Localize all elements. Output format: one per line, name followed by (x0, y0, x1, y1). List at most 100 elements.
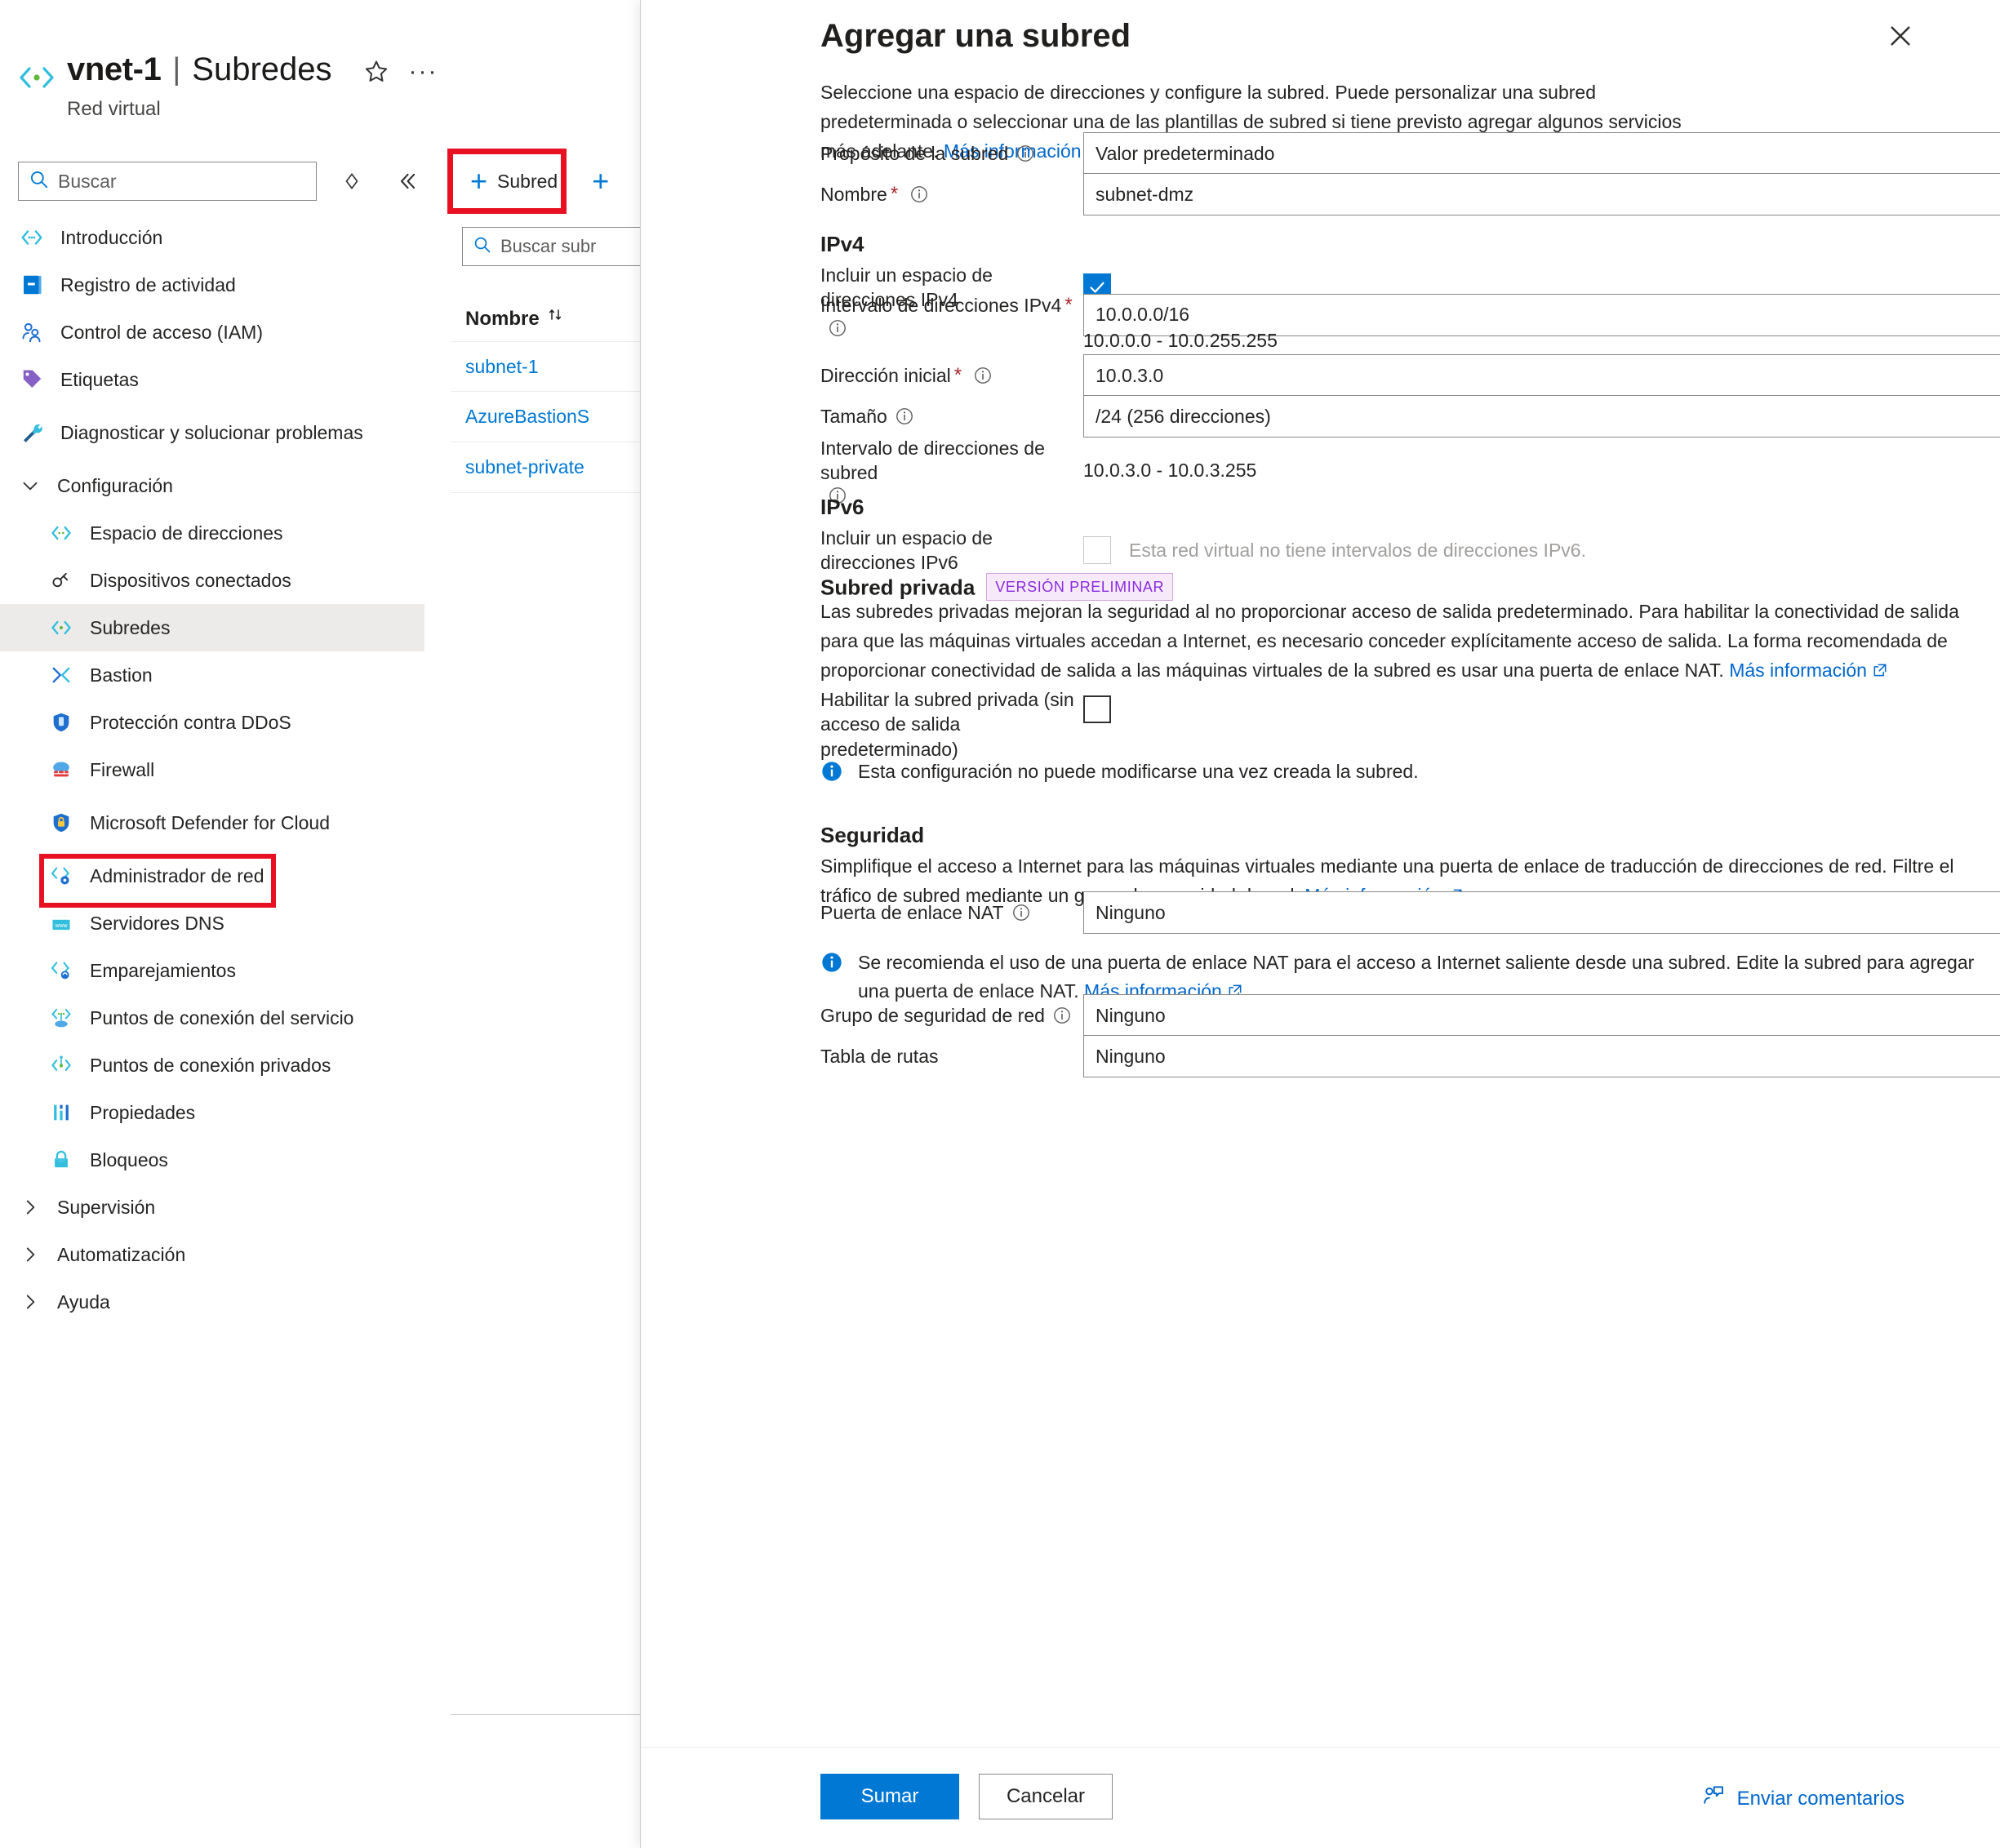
field-row-name: Nombre * subnet-dmz (820, 173, 2000, 215)
cancel-button[interactable]: Cancelar (979, 1774, 1113, 1819)
vnet-icon (18, 59, 56, 96)
sidebar-item-subredes[interactable]: Subredes (0, 604, 424, 651)
search-input[interactable]: Buscar (18, 162, 317, 201)
nsg-select[interactable]: Ninguno (1083, 994, 2000, 1037)
sidebar-group-label: Ayuda (57, 1290, 110, 1313)
sidebar-item-label: Subredes (90, 616, 171, 638)
ipv6-disabled-text: Esta red virtual no tiene intervalos de … (1129, 539, 1586, 561)
subnet-name-link[interactable]: subnet-1 (465, 356, 539, 378)
column-header-label: Nombre (465, 307, 540, 330)
info-icon[interactable] (1011, 903, 1031, 922)
route-table-value: Ninguno (1096, 1045, 1166, 1067)
info-icon[interactable] (1016, 144, 1035, 163)
sidebar-item-registro-de-actividad[interactable]: Registro de actividad (0, 261, 424, 309)
subnet-name-link[interactable]: subnet-private (465, 456, 584, 478)
purpose-select[interactable]: Valor predeterminado (1083, 132, 2000, 175)
tag-icon (18, 366, 46, 393)
sidebar-item-espacio-de-direcciones[interactable]: Espacio de direcciones (0, 509, 424, 557)
info-icon[interactable] (909, 184, 929, 204)
start-address-label: Dirección inicial (820, 364, 951, 386)
subnet-range-label: Intervalo de direcciones de subred (820, 438, 1045, 484)
troubleshoot-icon (18, 419, 46, 446)
sort-toggle-icon[interactable] (338, 167, 366, 195)
table-row[interactable]: subnet-1 (451, 341, 640, 392)
sidebar-item-dispositivos-conectados[interactable]: Dispositivos conectados (0, 557, 424, 604)
sidebar-group-label: Configuración (57, 474, 173, 496)
ipv6-section-heading: IPv6 (820, 495, 864, 519)
learn-more-link[interactable]: Más información (1729, 660, 1867, 681)
ipv4-range-label: Intervalo de direcciones IPv4 (820, 294, 1062, 316)
subnet-list-pane: + Subred + Buscar subr Nombre subnet-1 A… (451, 0, 674, 1848)
send-feedback-button[interactable]: Enviar comentarios (1701, 1784, 1904, 1814)
sidebar-item-label: Emparejamientos (90, 959, 236, 981)
add-subnet-panel: Agregar una subred Seleccione una espaci… (640, 0, 2000, 1848)
sidebar-group-supervision[interactable]: Supervisión (0, 1184, 424, 1231)
sidebar-group-ayuda[interactable]: Ayuda (0, 1278, 424, 1326)
send-feedback-label: Enviar comentarios (1736, 1787, 1904, 1810)
service-endpoint-icon (47, 1004, 75, 1032)
panel-body: Seleccione una espacio de direcciones y … (641, 0, 2000, 1771)
sidebar-item-label: Propiedades (90, 1101, 196, 1123)
info-icon[interactable] (1052, 1006, 1072, 1025)
sidebar-item-firewall[interactable]: Firewall (0, 746, 424, 793)
sidebar-item-control-de-acceso-iam[interactable]: Control de acceso (IAM) (0, 309, 424, 356)
sidebar-item-label: Firewall (90, 758, 155, 780)
sidebar-item-bastion[interactable]: Bastion (0, 651, 424, 699)
info-icon[interactable] (895, 406, 914, 426)
start-address-value: 10.0.3.0 (1096, 364, 1164, 386)
start-address-label-wrap: Dirección inicial * (820, 362, 1083, 389)
sidebar-item-diagnosticar-y-solucionar-problemas[interactable]: Diagnosticar y solucionar problemas (0, 403, 424, 462)
sidebar-item-emparejamientos[interactable]: Emparejamientos (0, 947, 424, 994)
column-header-nombre[interactable]: Nombre (465, 306, 566, 331)
enable-private-subnet-checkbox[interactable] (1083, 695, 1111, 723)
nsg-label-wrap: Grupo de seguridad de red (820, 1003, 1083, 1028)
nat-gateway-select[interactable]: Ninguno (1083, 891, 2000, 934)
nsg-label: Grupo de seguridad de red (820, 1004, 1045, 1026)
field-row-enable-private-subnet: Habilitar la subred privada (sin acceso … (820, 684, 1111, 762)
sidebar-item-introduccion[interactable]: Introducción (0, 214, 424, 261)
sidebar-item-microsoft-defender-for-cloud[interactable]: Microsoft Defender for Cloud (0, 793, 424, 852)
subnet-name-link[interactable]: AzureBastionS (465, 406, 589, 428)
nat-gateway-label-wrap: Puerta de enlace NAT (820, 900, 1083, 925)
start-address-input[interactable]: 10.0.3.0 (1083, 354, 2000, 397)
sidebar-item-puntos-de-conexion-del-servicio[interactable]: Puntos de conexión del servicio (0, 994, 424, 1042)
name-input[interactable]: subnet-dmz (1083, 173, 2000, 215)
submit-button[interactable]: Sumar (820, 1774, 959, 1819)
nat-gateway-label: Puerta de enlace NAT (820, 901, 1004, 923)
enable-private-subnet-label: Habilitar la subred privada (sin acceso … (820, 689, 1074, 760)
route-table-select[interactable]: Ninguno (1083, 1035, 2000, 1077)
info-icon[interactable] (973, 366, 993, 385)
feedback-icon (1701, 1784, 1726, 1814)
sidebar-item-label: Control de acceso (IAM) (60, 321, 263, 343)
sidebar-group-configuracion[interactable]: Configuración (0, 462, 424, 509)
private-subnet-heading: Subred privada VERSIÓN PRELIMINAR (820, 573, 1174, 601)
sidebar-item-administrador-de-red[interactable]: Administrador de red (0, 852, 424, 900)
sidebar-item-proteccion-contra-ddos[interactable]: Protección contra DDoS (0, 699, 424, 746)
more-options-icon[interactable]: ··· (407, 56, 440, 88)
ipv4-range-value: 10.0.0.0/16 (1096, 304, 1190, 326)
add-subnet-button[interactable]: + Subred (459, 160, 569, 202)
defender-icon (47, 809, 75, 837)
sidebar-item-label: Puntos de conexión privados (90, 1054, 331, 1076)
iam-icon (18, 318, 46, 346)
secondary-command-icon[interactable]: + (592, 164, 609, 198)
collapse-menu-icon[interactable] (393, 167, 421, 195)
field-row-ipv4-range: Intervalo de direcciones IPv4 * 10.0.0.0… (820, 292, 2000, 338)
favorite-star-icon[interactable] (360, 56, 393, 88)
size-label-wrap: Tamaño (820, 404, 1083, 429)
size-select[interactable]: /24 (256 direcciones) (1083, 395, 2000, 438)
svg-text:www: www (54, 923, 68, 929)
include-ipv6-label: Incluir un espacio de direcciones IPv6 (820, 527, 993, 574)
azure-portal-screen: vnet-1 | Subredes ··· Red virtual Buscar… (0, 0, 2000, 1848)
table-row[interactable]: AzureBastionS (451, 392, 640, 442)
sidebar-item-propiedades[interactable]: Propiedades (0, 1089, 424, 1136)
sidebar-item-etiquetas[interactable]: Etiquetas (0, 356, 424, 403)
info-icon[interactable] (828, 318, 847, 338)
sidebar-group-automatizacion[interactable]: Automatización (0, 1231, 424, 1278)
sidebar-item-label: Introducción (60, 226, 163, 248)
sidebar-item-servidores-dns[interactable]: www Servidores DNS (0, 900, 424, 947)
sidebar-item-puntos-de-conexion-privados[interactable]: Puntos de conexión privados (0, 1042, 424, 1089)
ddos-shield-icon (47, 709, 75, 736)
sidebar-item-bloqueos[interactable]: Bloqueos (0, 1136, 424, 1184)
table-row[interactable]: subnet-private (451, 442, 640, 493)
